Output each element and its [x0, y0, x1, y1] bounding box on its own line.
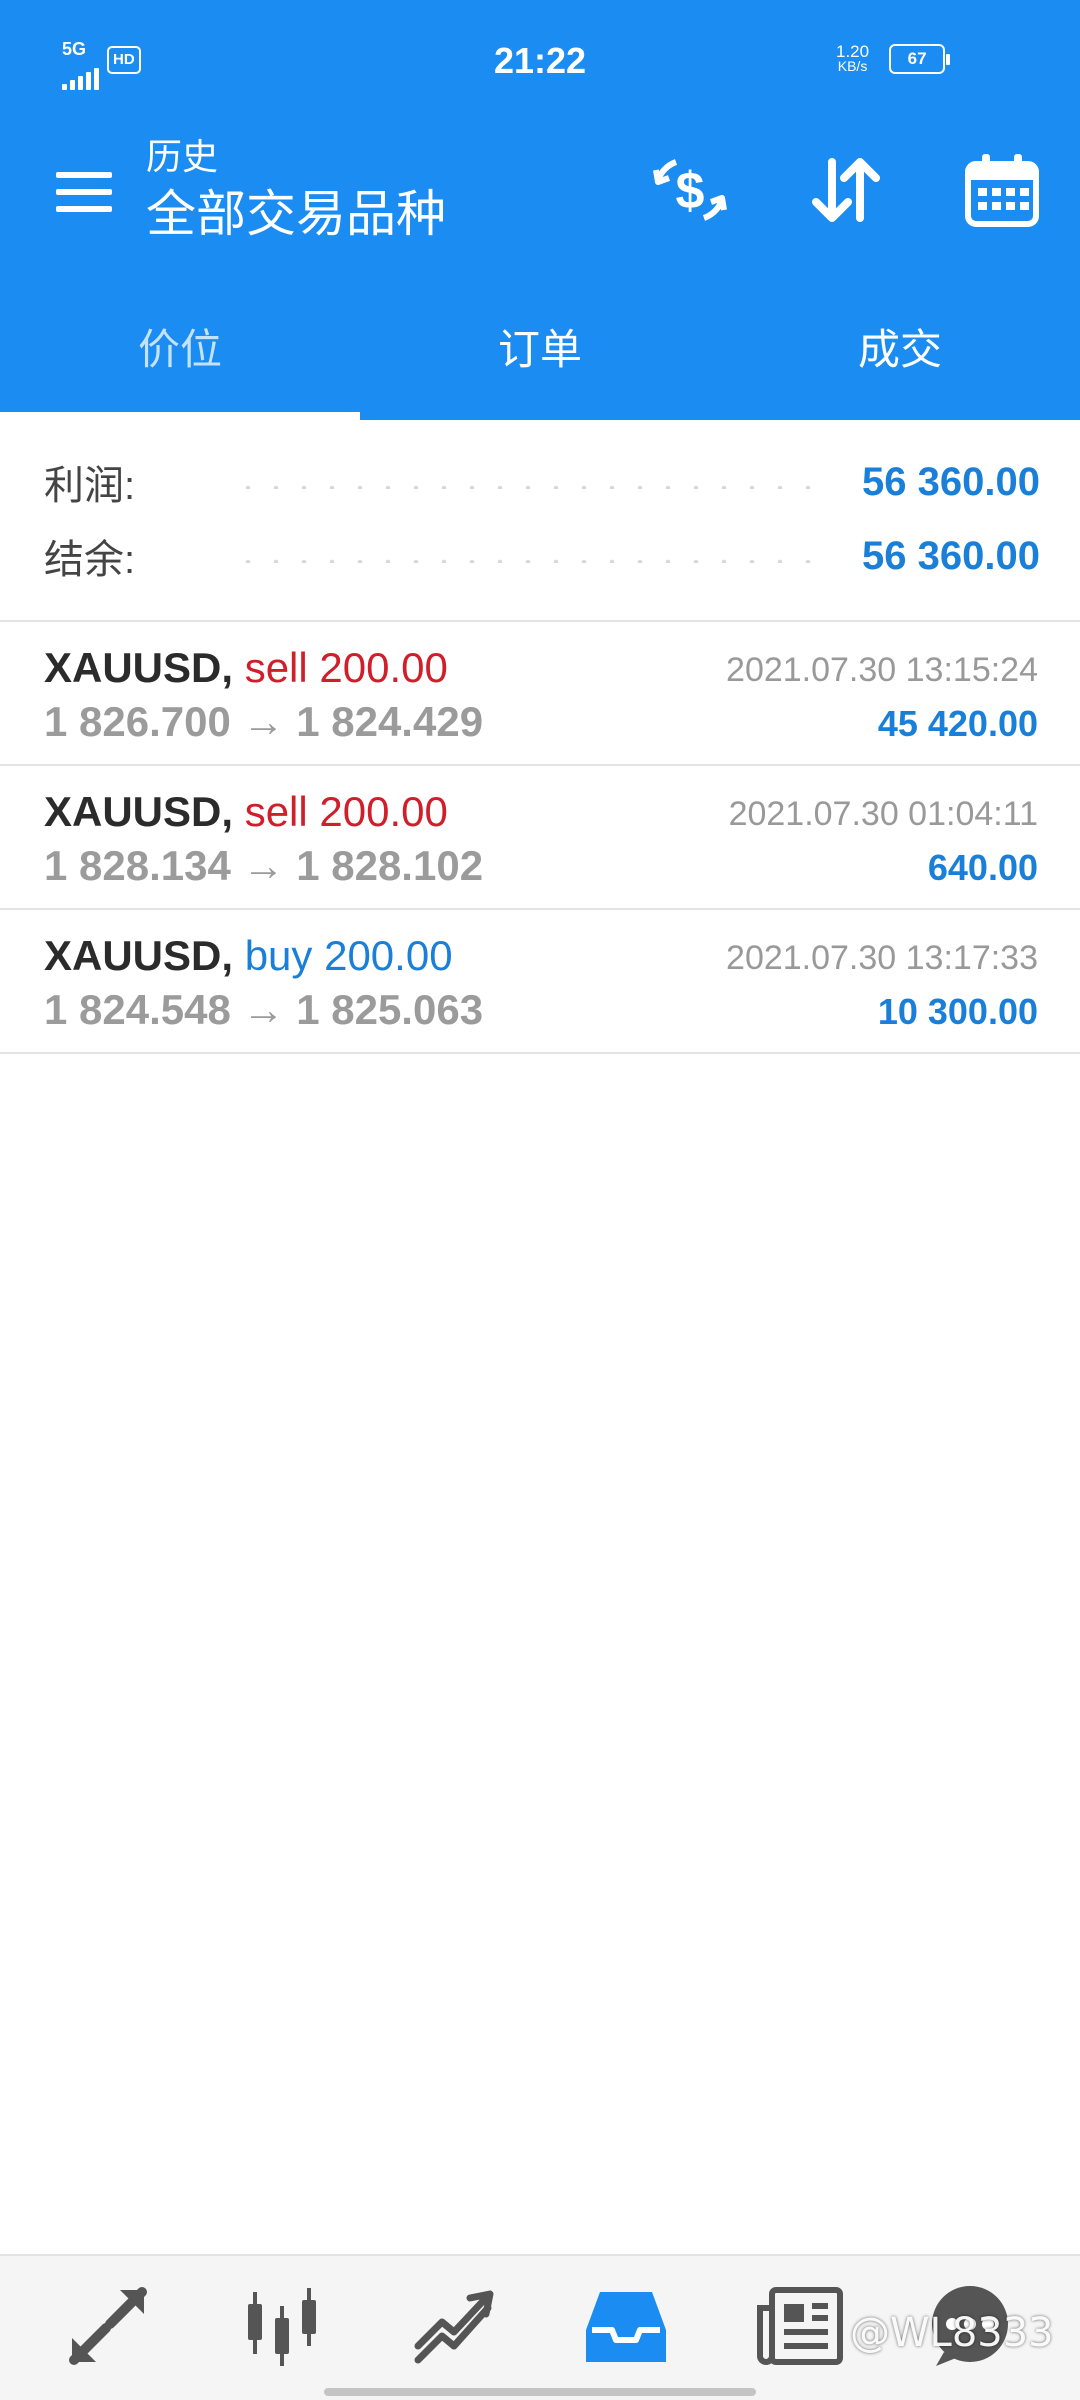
- trade-row[interactable]: XAUUSD, sell 200.00 1 826.700 → 1 824.42…: [0, 622, 1080, 766]
- dotted-leader: [234, 559, 833, 563]
- trade-prices: 1 828.134 → 1 828.102: [44, 840, 483, 892]
- tab-deals[interactable]: 成交: [720, 300, 1080, 420]
- network-speed: 1.20 KB/s: [836, 42, 870, 74]
- home-indicator[interactable]: [324, 2388, 756, 2396]
- header-titles: 历史 全部交易品种: [146, 136, 446, 246]
- trade-symbol: XAUUSD,: [44, 644, 234, 691]
- watermark: @WL8333: [850, 2310, 1054, 2356]
- chart-candles-icon[interactable]: [234, 2278, 330, 2374]
- history-inbox-icon[interactable]: [578, 2278, 674, 2374]
- close-price: 1 828.102: [296, 842, 484, 889]
- trade-row[interactable]: XAUUSD, sell 200.00 1 828.134 → 1 828.10…: [0, 766, 1080, 910]
- open-price: 1 826.700: [44, 698, 231, 745]
- menu-icon[interactable]: [56, 170, 112, 214]
- trade-volume: 200.00: [319, 644, 448, 691]
- quotes-icon[interactable]: [60, 2278, 156, 2374]
- trade-prices: 1 824.548 → 1 825.063: [44, 984, 483, 1036]
- status-bar: 5G HD 21:22 1.20 KB/s 67: [0, 0, 1080, 120]
- sort-icon[interactable]: [806, 150, 886, 230]
- trade-time: 2021.07.30 13:17:33: [726, 939, 1038, 977]
- speed-unit: KB/s: [837, 58, 868, 74]
- trade-symbol: XAUUSD,: [44, 788, 234, 835]
- svg-text:$: $: [676, 162, 705, 220]
- arrow-right-icon: →: [242, 842, 285, 889]
- profit-value: 56 360.00: [862, 459, 1040, 504]
- history-summary: 利润: 56 360.00 结余: 56 360.00: [0, 420, 1080, 622]
- trade-volume: 200.00: [324, 932, 453, 979]
- arrow-right-icon: →: [242, 698, 285, 745]
- trade-title: XAUUSD, sell 200.00: [44, 642, 448, 694]
- trade-profit: 640.00: [927, 847, 1038, 888]
- trade-side: sell: [244, 788, 308, 835]
- trade-title: XAUUSD, sell 200.00: [44, 786, 448, 838]
- balance-row: 结余: 56 360.00: [44, 526, 1040, 586]
- profit-label: 利润:: [44, 464, 136, 508]
- tab-positions[interactable]: 价位: [0, 300, 360, 420]
- calendar-icon[interactable]: [962, 150, 1042, 230]
- profit-row: 利润: 56 360.00: [44, 452, 1040, 512]
- trade-time: 2021.07.30 13:15:24: [726, 651, 1038, 689]
- page-subtitle: 历史: [146, 136, 219, 177]
- close-price: 1 825.063: [296, 986, 484, 1033]
- open-price: 1 828.134: [44, 842, 231, 889]
- currency-exchange-icon[interactable]: $: [650, 150, 730, 230]
- trade-time: 2021.07.30 01:04:11: [728, 795, 1038, 833]
- trade-icon[interactable]: [408, 2278, 504, 2374]
- balance-value: 56 360.00: [862, 533, 1040, 578]
- trade-profit: 45 420.00: [877, 703, 1038, 744]
- close-price: 1 824.429: [296, 698, 484, 745]
- news-icon[interactable]: [752, 2278, 848, 2374]
- trade-side: buy: [244, 932, 313, 979]
- arrow-right-icon: →: [242, 986, 285, 1033]
- trade-side: sell: [244, 644, 308, 691]
- status-right-group: 1.20 KB/s 67: [836, 42, 951, 74]
- balance-label: 结余:: [44, 538, 136, 582]
- open-price: 1 824.548: [44, 986, 231, 1033]
- app-bar: 5G HD 21:22 1.20 KB/s 67 历史 全部交易品种 $ 价位 …: [0, 0, 1080, 420]
- tab-bar: 价位 订单 成交: [0, 300, 1080, 420]
- trade-volume: 200.00: [319, 788, 448, 835]
- trade-title: XAUUSD, buy 200.00: [44, 930, 453, 982]
- trade-symbol: XAUUSD,: [44, 932, 234, 979]
- trade-row[interactable]: XAUUSD, buy 200.00 1 824.548 → 1 825.063…: [0, 910, 1080, 1054]
- dotted-leader: [234, 485, 833, 489]
- battery-icon: 67: [889, 44, 951, 74]
- trade-profit: 10 300.00: [877, 991, 1038, 1032]
- page-title[interactable]: 全部交易品种: [146, 182, 446, 246]
- tab-orders[interactable]: 订单: [360, 300, 720, 420]
- trade-prices: 1 826.700 → 1 824.429: [44, 696, 483, 748]
- speed-value: 1.20: [836, 42, 870, 61]
